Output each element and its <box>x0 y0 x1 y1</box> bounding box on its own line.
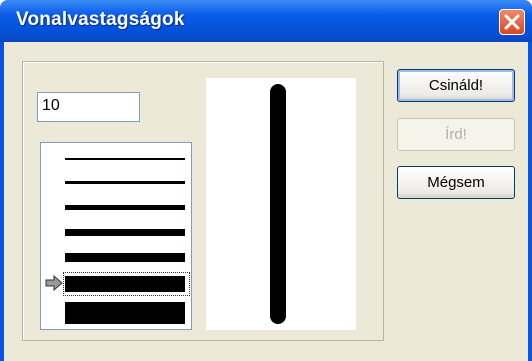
line-width-option[interactable] <box>65 181 185 184</box>
apply-button[interactable]: Írd! <box>397 118 515 151</box>
thickness-input[interactable]: 10 <box>37 92 140 122</box>
line-width-option[interactable] <box>65 229 185 236</box>
preview-line <box>270 84 286 324</box>
line-preview <box>206 78 356 330</box>
line-width-option[interactable] <box>65 253 185 262</box>
title-bar[interactable]: Vonalvastagságok <box>0 0 532 42</box>
line-width-option[interactable] <box>65 158 185 160</box>
ok-button[interactable]: Csináld! <box>397 69 515 102</box>
selection-focus-rect <box>63 272 190 296</box>
dialog-body: 10 Csináld! Írd! Mégsem <box>4 42 528 361</box>
close-icon <box>504 14 520 30</box>
selection-arrow-icon <box>45 275 63 291</box>
dialog-title: Vonalvastagságok <box>16 9 185 30</box>
line-width-option[interactable] <box>65 302 185 324</box>
dialog-window: Vonalvastagságok 10 Csináld! Írd! Mégsem <box>0 0 532 361</box>
close-button[interactable] <box>499 9 525 35</box>
line-width-list[interactable] <box>40 142 192 330</box>
line-width-option[interactable] <box>65 205 185 210</box>
cancel-button[interactable]: Mégsem <box>397 166 515 199</box>
